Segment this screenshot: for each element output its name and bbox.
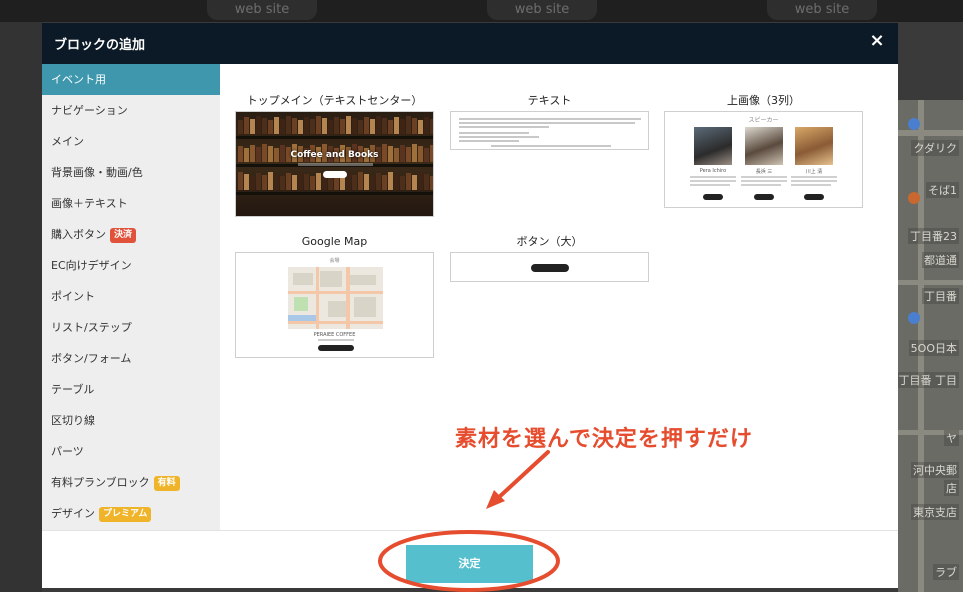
map-label: 丁目番 xyxy=(922,288,959,304)
map-label: 河中央郵 xyxy=(911,462,959,478)
sidebar-item[interactable]: デザイン プレミアム xyxy=(42,498,220,529)
map-label: 丁目番 丁目 xyxy=(898,372,959,388)
block-title: Google Map xyxy=(301,235,368,248)
sidebar-item-label: ナビゲーション xyxy=(51,104,128,117)
speaker-photo xyxy=(694,127,732,165)
modal-footer: 決定 xyxy=(42,530,898,588)
block-card-text[interactable]: テキスト xyxy=(450,91,649,150)
block-thumbnail-button xyxy=(450,252,649,282)
sidebar-item[interactable]: 画像＋テキスト xyxy=(42,188,220,219)
confirm-button[interactable]: 決定 xyxy=(406,545,533,583)
sidebar-item-label: ポイント xyxy=(51,290,95,303)
instruction-annotation: 素材を選んで決定を押すだけ xyxy=(455,427,753,452)
site-left-strip xyxy=(0,22,42,592)
block-card-three-images[interactable]: 上画像（3列） スピーカー Pera Ichiro 長浜 三 川上 清 xyxy=(664,91,863,208)
close-button[interactable]: × xyxy=(866,30,888,52)
sidebar-item-label: 背景画像・動画/色 xyxy=(51,166,143,179)
site-tab-1: web site xyxy=(207,0,317,20)
sidebar-item-label: リスト/ステップ xyxy=(51,321,132,334)
block-card-top-main[interactable]: トップメイン（テキストセンター） Coffee and Books xyxy=(235,91,434,217)
speaker-name: 川上 清 xyxy=(805,169,823,175)
modal-title: ブロックの追加 xyxy=(54,38,146,53)
sidebar-item-label: 画像＋テキスト xyxy=(51,197,128,210)
sidebar-item[interactable]: 背景画像・動画/色 xyxy=(42,157,220,188)
sidebar-item[interactable]: EC向けデザイン xyxy=(42,250,220,281)
map-label: ヤ xyxy=(944,430,959,446)
site-tab-2: web site xyxy=(487,0,597,20)
sidebar-item-label: 区切り線 xyxy=(51,414,95,427)
add-block-modal: ブロックの追加 × イベント用ナビゲーション メイン背景画像・動画/色 画像＋テキス… xyxy=(42,23,898,588)
map-label: そば1 xyxy=(926,182,959,198)
block-card-google-map[interactable]: Google Map 会場 PERAIEE COFFEE xyxy=(235,232,434,358)
block-card-large-button[interactable]: ボタン（大） xyxy=(450,232,649,282)
map-user-icon xyxy=(908,118,920,130)
block-title: テキスト xyxy=(527,94,572,107)
map-caption: PERAIEE COFFEE xyxy=(313,332,356,338)
sidebar-item[interactable]: 購入ボタン 決済 xyxy=(42,219,220,250)
speaker-photo xyxy=(795,127,833,165)
sidebar-item-badge: 決済 xyxy=(110,227,137,243)
block-title: トップメイン（テキストセンター） xyxy=(246,94,423,107)
sidebar-item-label: 有料プランブロック xyxy=(51,476,150,489)
category-sidebar: イベント用 ナビゲーション メイン 背景画像・動画/色 画像＋テキスト 購入ボタン 決済 EC… xyxy=(42,64,220,530)
modal-header: ブロックの追加 × xyxy=(42,23,898,64)
sidebar-item-label: メイン xyxy=(51,135,84,148)
sidebar-item[interactable]: メイン xyxy=(42,126,220,157)
sidebar-item[interactable]: テーブル xyxy=(42,374,220,405)
thumbnail-headline: Coffee and Books xyxy=(290,150,379,160)
map-pin-icon xyxy=(908,312,920,324)
speaker-name: 長浜 三 xyxy=(755,169,773,175)
sidebar-item[interactable]: パーツ xyxy=(42,436,220,467)
sidebar-item[interactable]: 有料プランブロック 有料 xyxy=(42,467,220,498)
speaker-name: Pera Ichiro xyxy=(699,168,727,174)
sidebar-item[interactable]: ナビゲーション xyxy=(42,95,220,126)
sidebar-item-label: ボタン/フォーム xyxy=(51,352,132,365)
sidebar-item-label: EC向けデザイン xyxy=(51,259,132,272)
map-label: 店 xyxy=(944,480,959,496)
map-label: クダリク xyxy=(911,140,959,156)
thumbnail-heading: 会場 xyxy=(329,258,340,264)
block-title: ボタン（大） xyxy=(516,235,583,248)
block-thumbnail-text xyxy=(450,111,649,150)
site-tab-3: web site xyxy=(767,0,877,20)
block-gallery: トップメイン（テキストセンター） Coffee and Books テキスト 上… xyxy=(220,64,898,530)
sidebar-item-badge: プレミアム xyxy=(99,506,152,522)
thumbnail-heading: スピーカー xyxy=(748,117,779,124)
sidebar-item[interactable]: ポイント xyxy=(42,281,220,312)
map-label: ラブ xyxy=(933,564,959,580)
sidebar-item-label: デザイン xyxy=(51,507,95,520)
block-thumbnail-map: 会場 PERAIEE COFFEE xyxy=(235,252,434,358)
map-label: 都道通 xyxy=(922,252,959,268)
map-food-icon xyxy=(908,192,920,204)
sidebar-item[interactable]: ボタン/フォーム xyxy=(42,343,220,374)
sidebar-item-label: テーブル xyxy=(51,383,95,396)
sidebar-item[interactable]: 区切り線 xyxy=(42,405,220,436)
sidebar-item-label: パーツ xyxy=(51,445,84,458)
block-thumbnail-books: Coffee and Books xyxy=(235,111,434,217)
map-label: 丁目番23 xyxy=(908,228,959,244)
map-label: 5OO日本 xyxy=(908,340,959,356)
block-thumbnail-speakers: スピーカー Pera Ichiro 長浜 三 川上 清 xyxy=(664,111,863,208)
background-map: クダリク そば1 丁目番23 都道通 丁目番 5OO日本 丁目番 丁目 ヤ 河中… xyxy=(898,100,963,592)
map-label: 東京支店 xyxy=(911,504,959,520)
sidebar-item-badge: 有料 xyxy=(153,475,180,491)
sidebar-item-label: 購入ボタン xyxy=(51,228,106,241)
block-title: 上画像（3列） xyxy=(727,94,800,107)
speaker-photo xyxy=(745,127,783,165)
sidebar-item[interactable]: イベント用 xyxy=(42,64,220,95)
map-preview xyxy=(288,267,383,329)
sidebar-item[interactable]: リスト/ステップ xyxy=(42,312,220,343)
sidebar-item-label: イベント用 xyxy=(51,73,106,86)
